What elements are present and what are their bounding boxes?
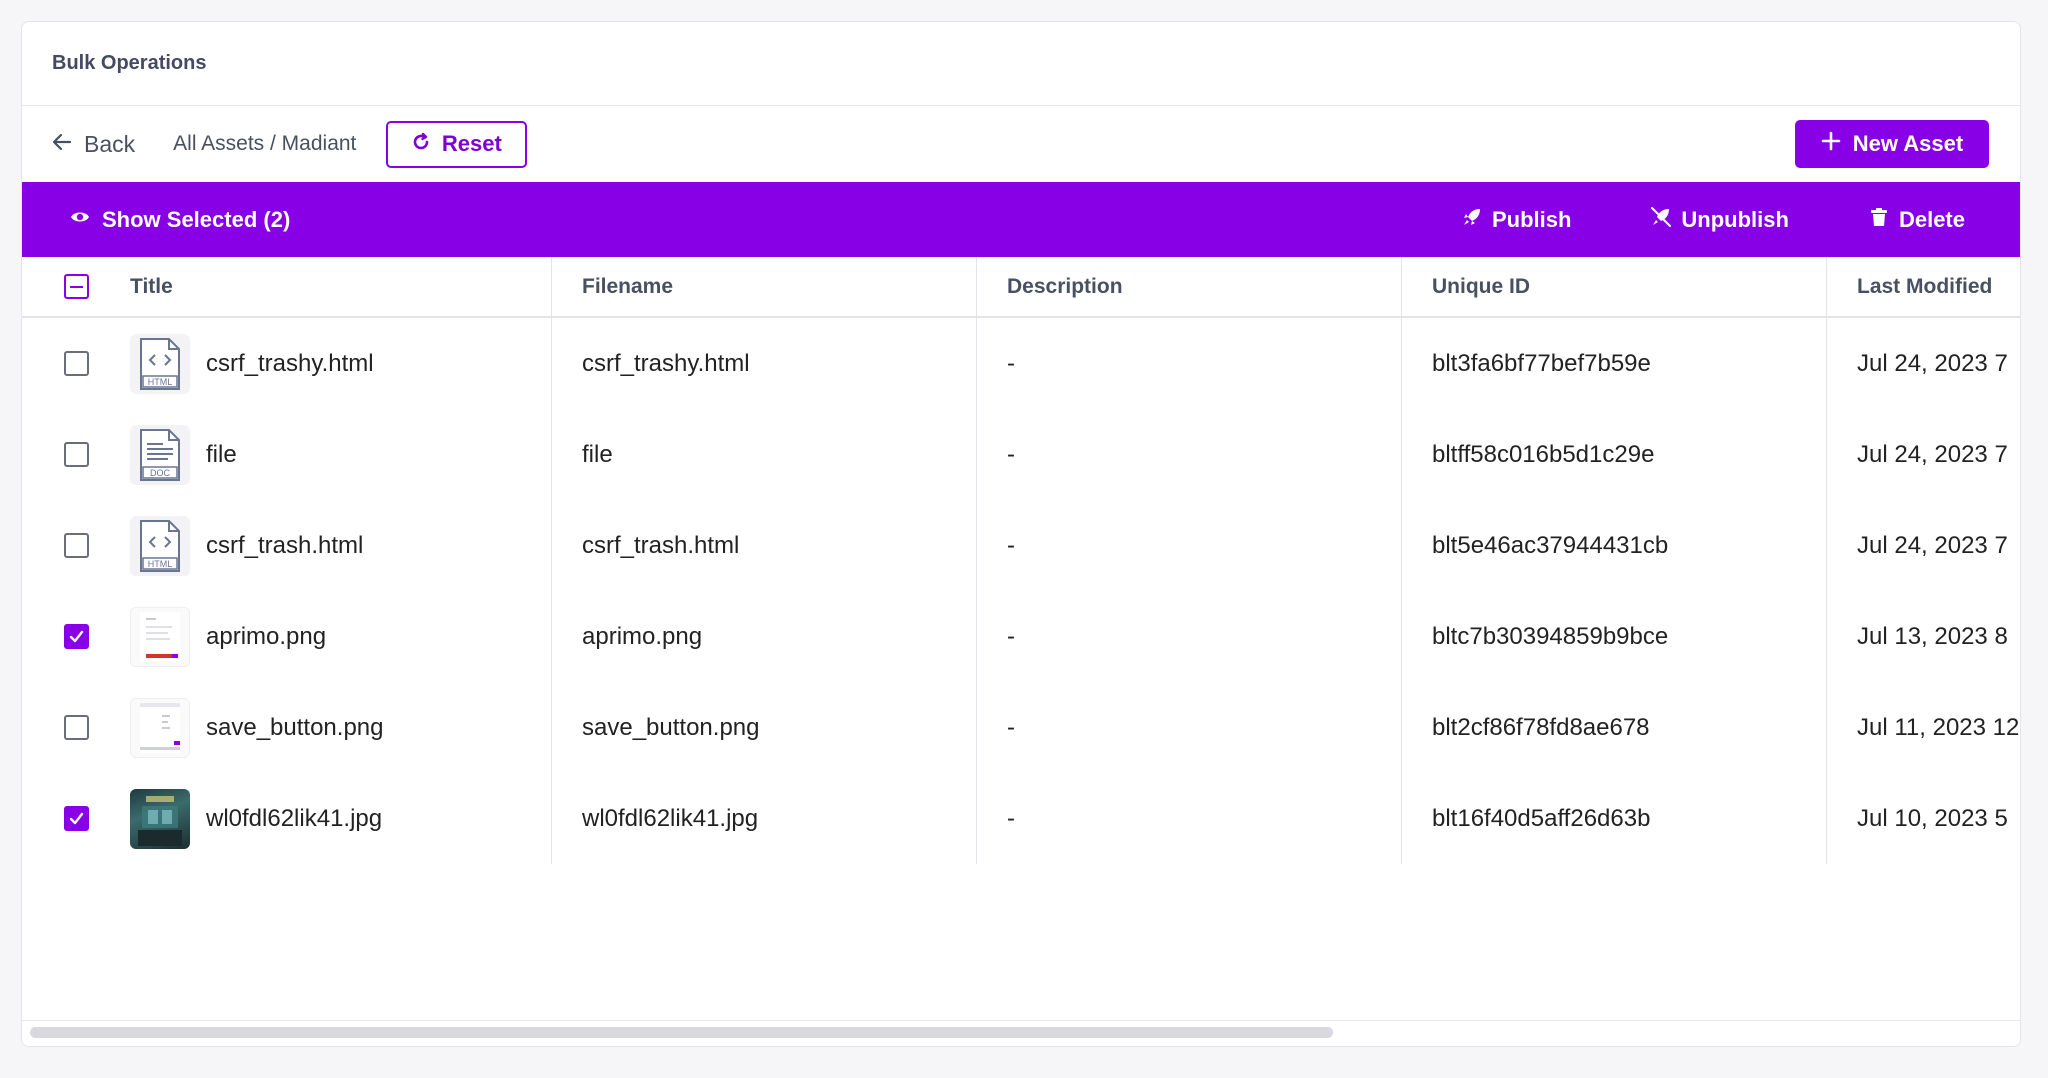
asset-title[interactable]: wl0fdl62lik41.jpg (206, 805, 382, 833)
reset-button[interactable]: Reset (386, 120, 528, 168)
asset-title[interactable]: csrf_trash.html (206, 532, 363, 560)
column-header-last-modified[interactable]: Last Modified (1857, 275, 1992, 298)
asset-title[interactable]: save_button.png (206, 714, 383, 742)
image-thumbnail (130, 606, 190, 667)
asset-filename: save_button.png (582, 713, 760, 741)
row-checkbox[interactable] (63, 351, 89, 376)
table-row[interactable]: save_button.png save_button.png - blt2cf… (22, 682, 2020, 773)
back-button-label: Back (84, 130, 136, 157)
row-checkbox[interactable] (63, 533, 89, 558)
publish-button[interactable]: Publish (1462, 207, 1571, 233)
bulk-actions: Publish Unpublish Delete (1462, 182, 1965, 257)
publish-label: Publish (1491, 206, 1572, 232)
asset-description: - (1007, 622, 1015, 650)
show-selected-label: Show Selected (2) (102, 206, 291, 232)
bulk-operations-panel: Bulk Operations Back All Assets / Madian… (21, 21, 2021, 1047)
select-all-checkbox[interactable] (63, 274, 89, 299)
plus-icon (1821, 131, 1841, 157)
table-row[interactable]: HTML csrf_trash.html csrf_trash.html - b… (22, 500, 2020, 591)
asset-filename: file (582, 440, 613, 468)
asset-filename: csrf_trashy.html (582, 349, 750, 377)
asset-description: - (1007, 349, 1015, 377)
scrollbar-thumb[interactable] (30, 1027, 1333, 1038)
asset-description: - (1007, 804, 1015, 832)
svg-text:HTML: HTML (148, 559, 173, 569)
image-thumbnail (130, 697, 190, 758)
show-selected-button[interactable]: Show Selected (2) (70, 207, 290, 233)
row-checkbox[interactable] (63, 624, 89, 649)
asset-title[interactable]: aprimo.png (206, 623, 326, 651)
rocket-icon (1462, 207, 1482, 233)
asset-filename: aprimo.png (582, 622, 703, 650)
row-checkbox[interactable] (63, 715, 89, 740)
delete-label: Delete (1898, 206, 1965, 232)
breadcrumb: All Assets / Madiant (173, 132, 357, 155)
new-asset-button[interactable]: New Asset (1795, 120, 1989, 168)
unpublish-label: Unpublish (1681, 206, 1789, 232)
asset-last-modified: Jul 13, 2023 8 (1857, 622, 2008, 650)
asset-filename: wl0fdl62lik41.jpg (582, 804, 759, 832)
asset-description: - (1007, 440, 1015, 468)
html-file-icon: HTML (130, 333, 190, 394)
arrow-left-icon (52, 131, 72, 158)
page-title: Bulk Operations (52, 52, 207, 74)
asset-last-modified: Jul 10, 2023 5 (1857, 804, 2008, 832)
doc-file-icon: DOC (130, 424, 190, 485)
table-row[interactable]: aprimo.png aprimo.png - bltc7b30394859b9… (22, 591, 2020, 682)
trash-icon (1869, 207, 1889, 233)
asset-title[interactable]: file (206, 441, 237, 469)
asset-last-modified: Jul 24, 2023 7 (1857, 349, 2008, 377)
svg-text:HTML: HTML (148, 377, 173, 387)
table-header: Title Filename Description Unique ID Las… (22, 257, 2020, 318)
eye-icon (70, 207, 90, 233)
reset-button-label: Reset (441, 131, 502, 156)
svg-text:DOC: DOC (150, 468, 171, 478)
check-icon (69, 812, 83, 825)
asset-last-modified: Jul 24, 2023 7 (1857, 440, 2008, 468)
column-header-unique-id[interactable]: Unique ID (1432, 275, 1530, 298)
asset-description: - (1007, 531, 1015, 559)
check-icon (69, 630, 83, 643)
asset-title[interactable]: csrf_trashy.html (206, 350, 374, 378)
column-header-description[interactable]: Description (1007, 275, 1123, 298)
row-checkbox[interactable] (63, 442, 89, 467)
asset-last-modified: Jul 11, 2023 12 (1857, 713, 2020, 741)
row-checkbox[interactable] (63, 806, 89, 831)
rocket-off-icon (1651, 206, 1672, 233)
photo-thumbnail (130, 788, 190, 849)
asset-unique-id: blt2cf86f78fd8ae678 (1432, 713, 1650, 741)
delete-button[interactable]: Delete (1869, 207, 1965, 233)
asset-filename: csrf_trash.html (582, 531, 740, 559)
table-row[interactable]: wl0fdl62lik41.jpg wl0fdl62lik41.jpg - bl… (22, 773, 2020, 864)
asset-description: - (1007, 713, 1015, 741)
bulk-action-bar: Show Selected (2) Publish Unpublish Dele… (22, 182, 2020, 257)
asset-unique-id: blt5e46ac37944431cb (1432, 531, 1669, 559)
new-asset-button-label: New Asset (1852, 131, 1964, 156)
assets-table: Title Filename Description Unique ID Las… (22, 257, 2020, 864)
asset-unique-id: bltc7b30394859b9bce (1432, 622, 1669, 650)
panel-header: Bulk Operations (22, 22, 2020, 106)
column-header-title[interactable]: Title (130, 275, 173, 299)
asset-unique-id: blt16f40d5aff26d63b (1432, 804, 1651, 832)
asset-unique-id: bltff58c016b5d1c29e (1432, 440, 1655, 468)
unpublish-button[interactable]: Unpublish (1651, 206, 1789, 233)
column-header-filename[interactable]: Filename (582, 275, 673, 298)
refresh-icon (412, 131, 430, 157)
table-row[interactable]: HTML csrf_trashy.html csrf_trashy.html -… (22, 318, 2020, 409)
asset-unique-id: blt3fa6bf77bef7b59e (1432, 349, 1651, 377)
html-file-icon: HTML (130, 515, 190, 576)
back-button[interactable]: Back (52, 131, 135, 158)
table-row[interactable]: DOC file file - bltff58c016b5d1c29e Jul … (22, 409, 2020, 500)
asset-last-modified: Jul 24, 2023 7 (1857, 531, 2008, 559)
toolbar: Back All Assets / Madiant Reset New Asse… (22, 106, 2020, 182)
horizontal-scrollbar[interactable] (22, 1020, 2020, 1046)
